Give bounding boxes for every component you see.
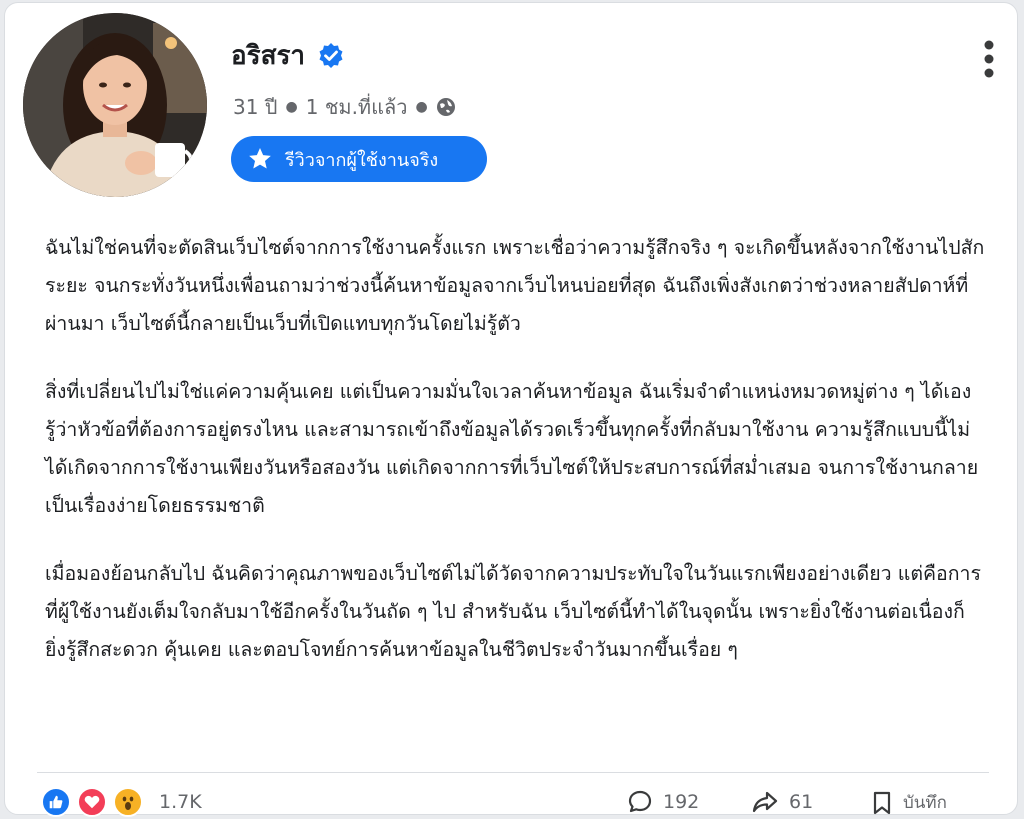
- more-options-icon[interactable]: [983, 39, 995, 79]
- comment-icon: [628, 790, 652, 813]
- post-card: อริสรา 31 ปี ● 1 ชม.ที่แล้ว ● รีวิวจากผู…: [4, 2, 1018, 817]
- author-age: 31 ปี: [233, 95, 278, 119]
- verified-badge-icon: [317, 42, 345, 70]
- love-icon: [77, 787, 107, 817]
- post-paragraph: สิ่งที่เปลี่ยนไปไม่ใช่แค่ความคุ้นเคย แต่…: [45, 380, 979, 517]
- post-body: ฉันไม่ใช่คนที่จะตัดสินเว็บไซต์จากการใช้ง…: [45, 229, 985, 699]
- star-icon: [247, 146, 273, 172]
- comments-button[interactable]: 192: [627, 789, 699, 815]
- bookmark-icon: [873, 791, 891, 814]
- footer-divider: [37, 772, 989, 773]
- post-footer: 1.7K 192 61 บันทึก: [5, 783, 1019, 819]
- share-button[interactable]: 61: [751, 789, 813, 815]
- author-name-row: อริสรา: [231, 35, 345, 76]
- like-icon: [41, 787, 71, 817]
- comment-count: 192: [663, 791, 700, 813]
- share-icon: [752, 791, 778, 813]
- save-label: บันทึก: [903, 793, 947, 813]
- review-badge-label: รีวิวจากผู้ใช้งานจริง: [285, 149, 439, 171]
- reactions-summary[interactable]: 1.7K: [41, 787, 202, 817]
- author-avatar[interactable]: [23, 13, 207, 197]
- post-time[interactable]: 1 ชม.ที่แล้ว: [306, 91, 408, 123]
- save-button[interactable]: บันทึก: [871, 789, 947, 816]
- post-meta: 31 ปี ● 1 ชม.ที่แล้ว ●: [233, 91, 456, 123]
- reaction-count: 1.7K: [159, 791, 202, 813]
- globe-icon[interactable]: [436, 97, 456, 117]
- share-count: 61: [789, 791, 814, 813]
- wow-icon: [113, 787, 143, 817]
- post-paragraph: เมื่อมองย้อนกลับไป ฉันคิดว่าคุณภาพของเว็…: [45, 562, 981, 661]
- author-name[interactable]: อริสรา: [231, 35, 305, 76]
- separator-dot: ●: [415, 99, 428, 115]
- review-badge[interactable]: รีวิวจากผู้ใช้งานจริง: [231, 136, 487, 182]
- post-paragraph: ฉันไม่ใช่คนที่จะตัดสินเว็บไซต์จากการใช้ง…: [45, 236, 985, 335]
- separator-dot: ●: [285, 99, 298, 115]
- woman-with-coffee-cup-avatar: [23, 13, 207, 197]
